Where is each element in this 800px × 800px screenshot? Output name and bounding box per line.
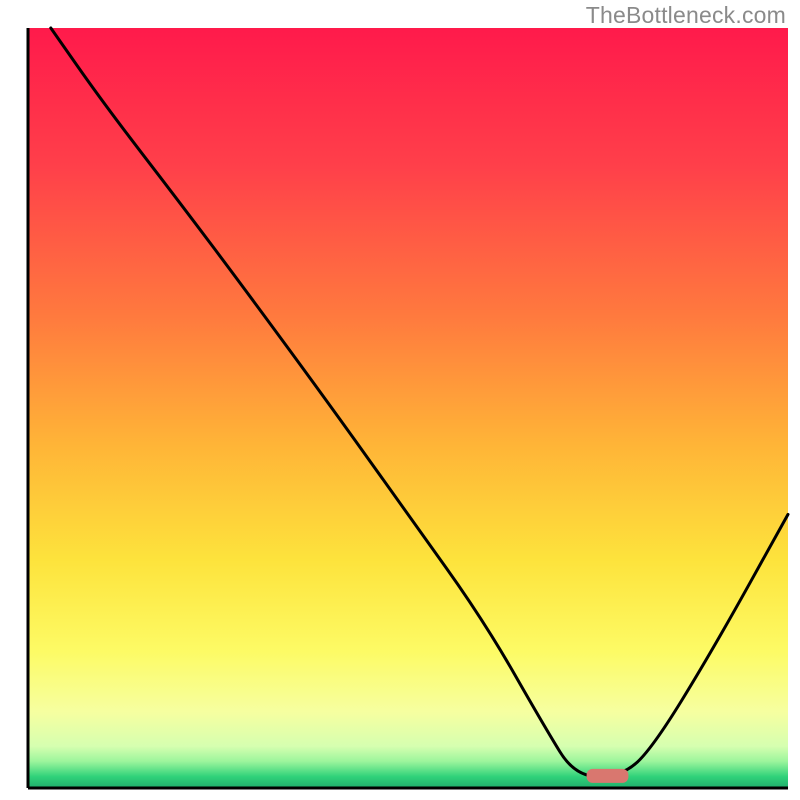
plot-background-gradient	[28, 28, 788, 788]
watermark-text: TheBottleneck.com	[586, 2, 786, 29]
bottleneck-chart	[0, 0, 800, 800]
optimal-marker	[587, 769, 629, 783]
